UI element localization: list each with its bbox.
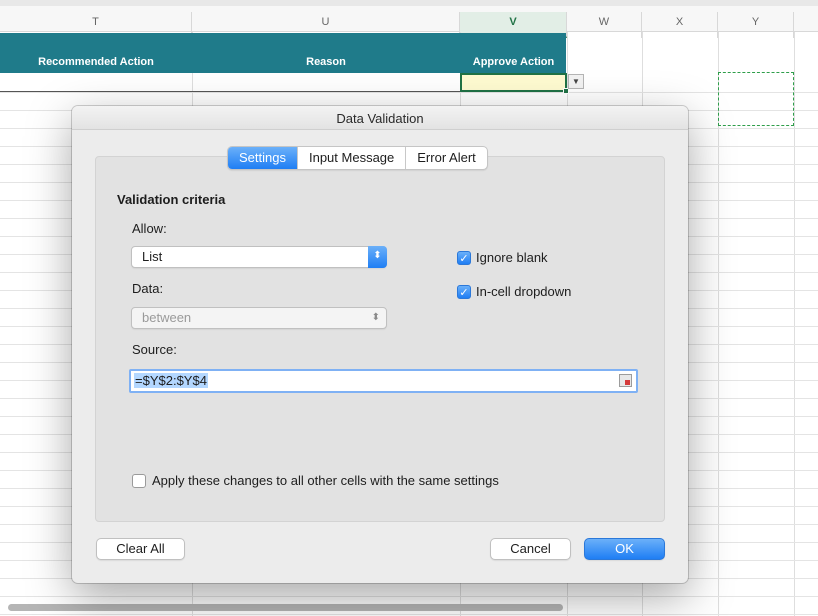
header-cell-reason[interactable]: Reason: [192, 56, 460, 68]
allow-select-value: List: [142, 249, 163, 264]
header-cell-approve-action[interactable]: Approve Action: [460, 56, 567, 68]
range-reference-icon[interactable]: [619, 374, 632, 387]
data-validation-dialog: Data Validation Settings Input Message E…: [72, 106, 688, 583]
column-header-row: T U V W X Y: [0, 0, 818, 38]
tab-settings[interactable]: Settings: [228, 147, 298, 169]
cancel-button[interactable]: Cancel: [490, 538, 571, 560]
ignore-blank-label[interactable]: Ignore blank: [476, 250, 548, 265]
copy-range-marquee: [718, 72, 794, 126]
dialog-title: Data Validation: [72, 106, 688, 130]
data-label: Data:: [132, 281, 164, 296]
tab-bar: Settings Input Message Error Alert: [227, 146, 488, 170]
allow-label: Allow:: [132, 221, 167, 236]
column-header-x[interactable]: X: [642, 12, 718, 38]
ignore-blank-checkbox[interactable]: ✓: [457, 251, 471, 265]
data-select-value: between: [142, 310, 192, 325]
source-input[interactable]: =$Y$2:$Y$4: [129, 369, 638, 393]
tab-input-message[interactable]: Input Message: [298, 147, 407, 169]
horizontal-scrollbar[interactable]: [8, 604, 563, 611]
in-cell-dropdown-checkbox[interactable]: ✓: [457, 285, 471, 299]
tab-error-alert[interactable]: Error Alert: [406, 147, 487, 169]
gridline: [794, 32, 795, 616]
checkmark-icon: ✓: [459, 253, 469, 265]
checkmark-icon: ✓: [459, 287, 469, 299]
gridline: [0, 596, 818, 597]
column-header-w[interactable]: W: [567, 12, 642, 38]
source-input-value: =$Y$2:$Y$4: [134, 373, 208, 388]
source-label: Source:: [132, 342, 177, 357]
settings-panel: [95, 156, 665, 522]
chevron-up-down-icon: ⬍: [371, 312, 380, 323]
validation-criteria-heading: Validation criteria: [117, 192, 226, 207]
dropdown-arrow-icon[interactable]: ▼: [568, 74, 584, 89]
chevron-up-down-icon: ⬍: [368, 246, 387, 268]
data-select: between ⬍: [131, 307, 387, 329]
allow-select[interactable]: List ⬍: [131, 246, 387, 268]
gridline: [0, 92, 818, 93]
apply-all-label[interactable]: Apply these changes to all other cells w…: [152, 473, 499, 488]
apply-all-checkbox[interactable]: [132, 474, 146, 488]
in-cell-dropdown-label[interactable]: In-cell dropdown: [476, 284, 571, 299]
active-cell[interactable]: [460, 73, 567, 92]
ok-button[interactable]: OK: [584, 538, 665, 560]
clear-all-button[interactable]: Clear All: [96, 538, 185, 560]
gridline: [0, 614, 818, 615]
column-header-y[interactable]: Y: [718, 12, 794, 38]
header-cell-recommended-action[interactable]: Recommended Action: [0, 56, 192, 68]
